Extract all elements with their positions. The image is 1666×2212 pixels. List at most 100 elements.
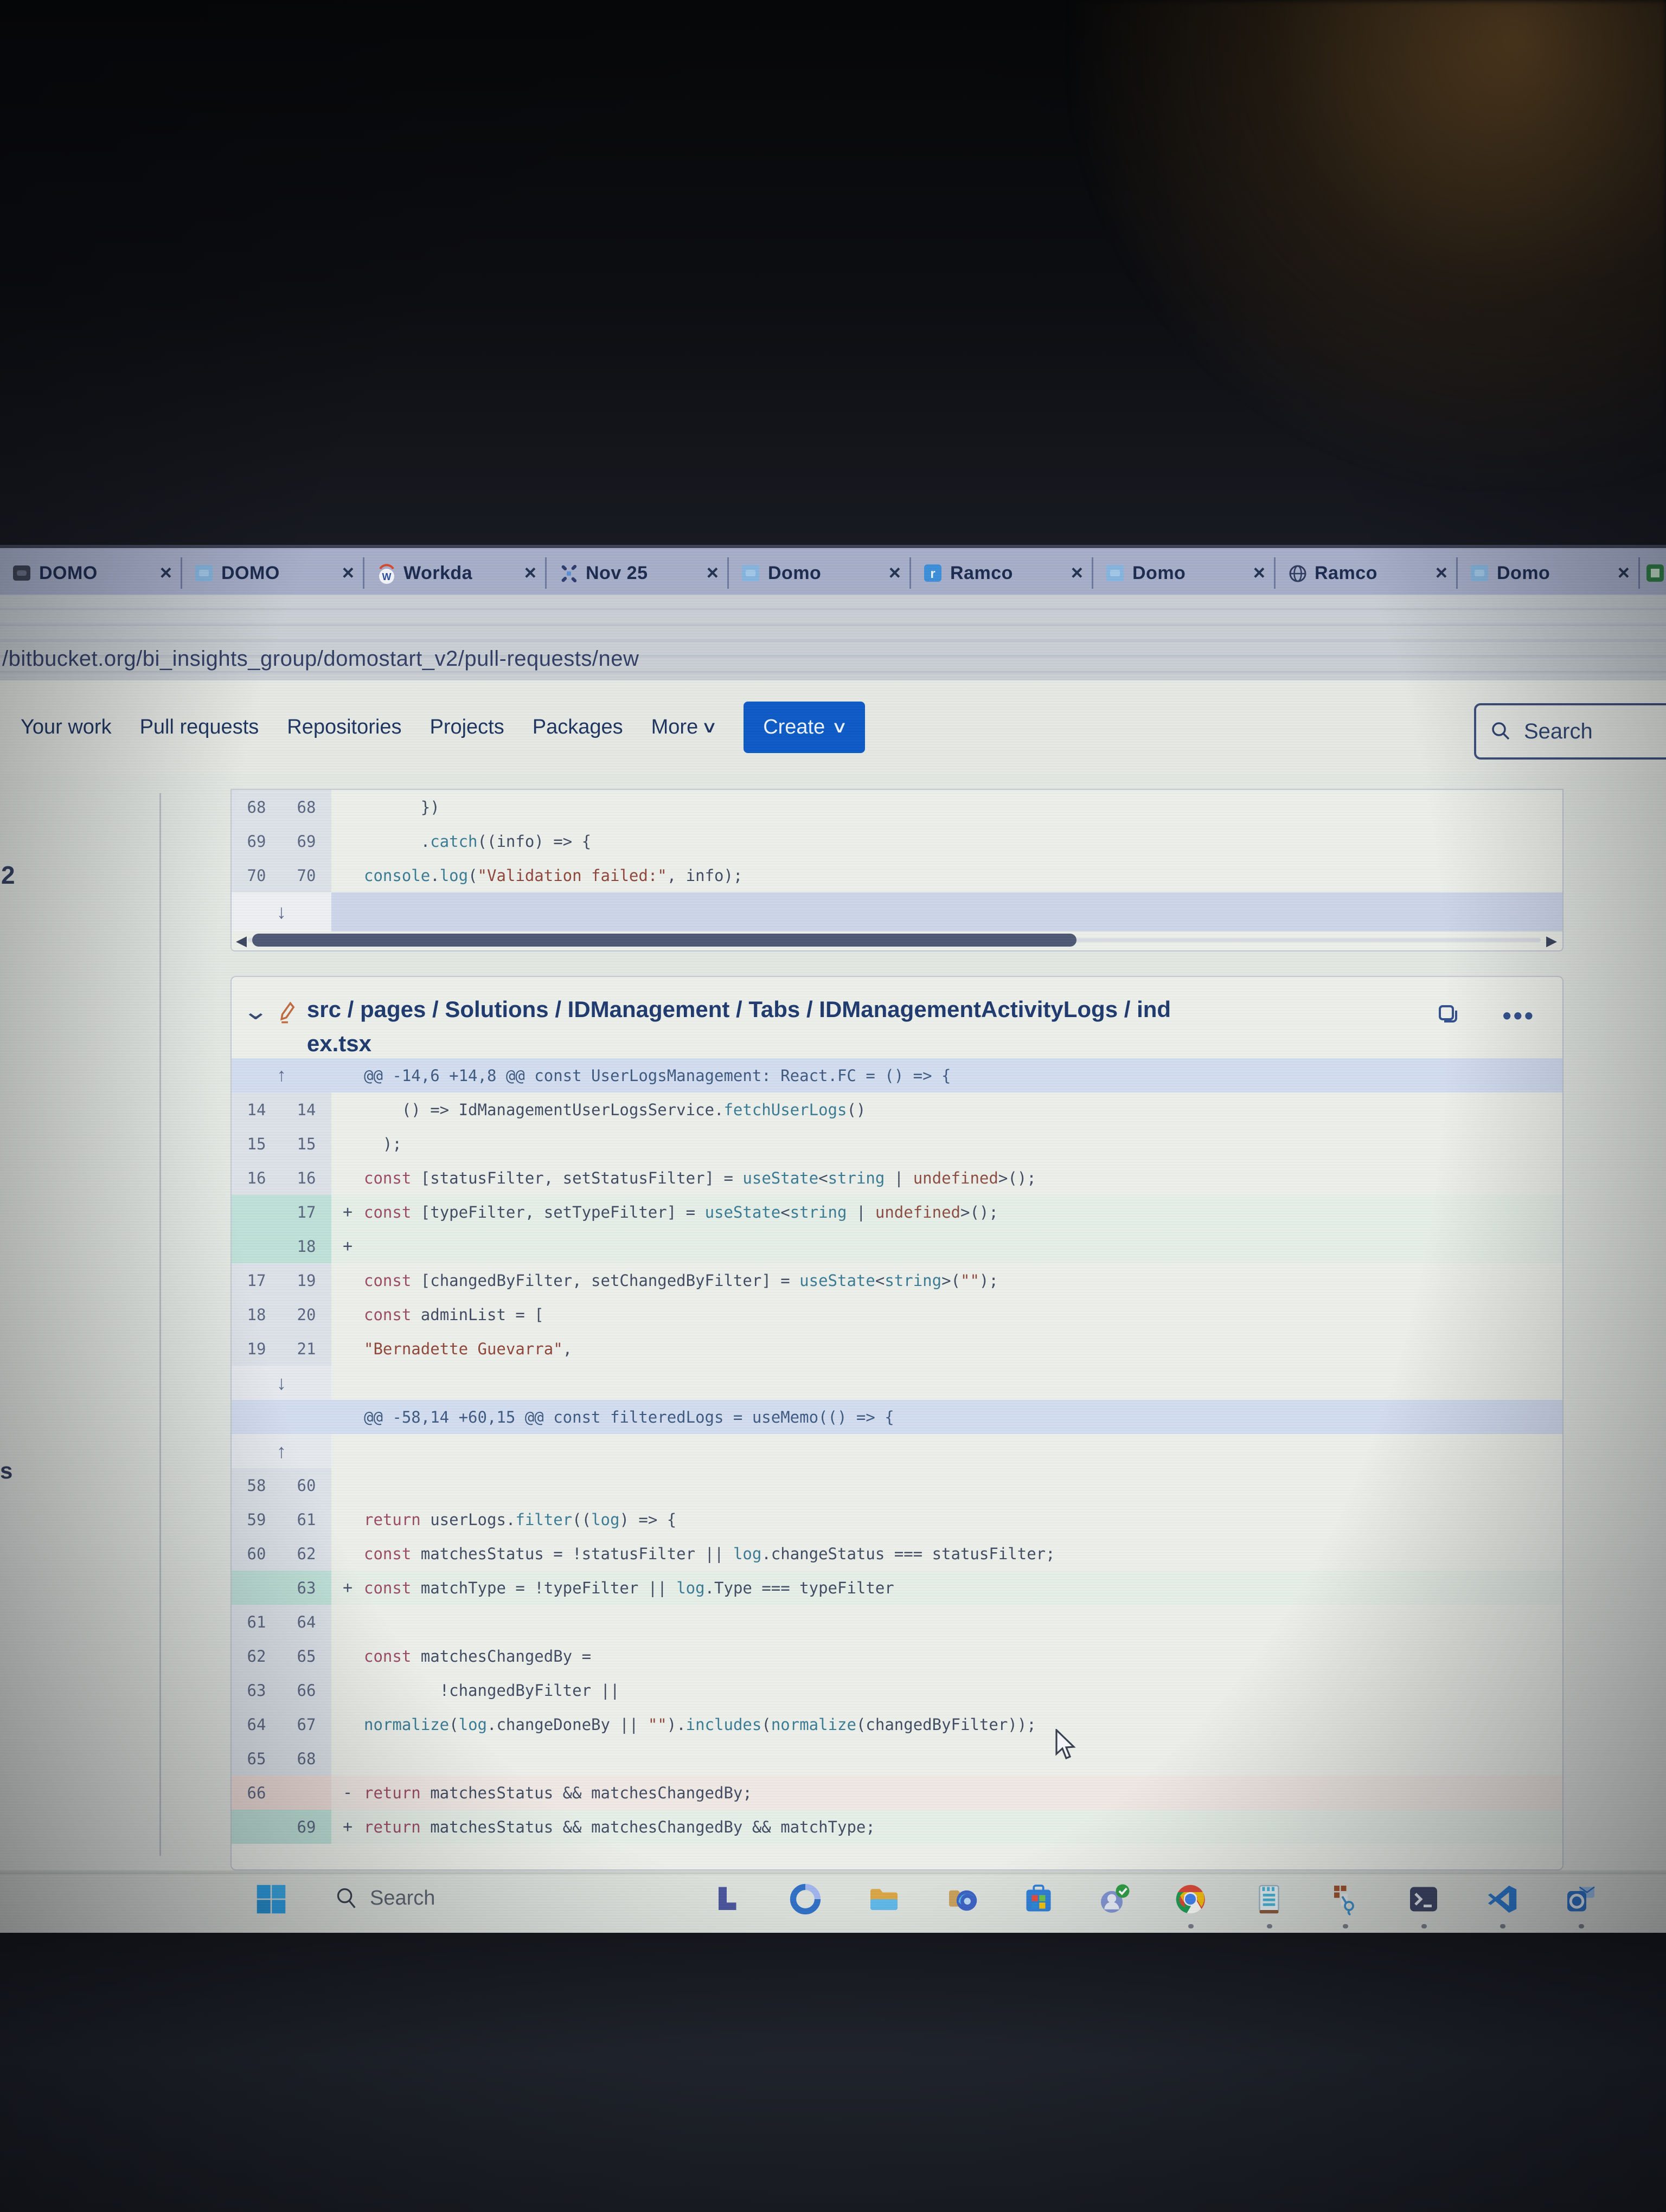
browser-tab[interactable]: Domo× xyxy=(729,548,909,598)
code-text: return matchesStatus && matchesChangedBy… xyxy=(364,1810,1562,1844)
more-options-icon[interactable]: ••• xyxy=(1503,1001,1535,1030)
nav-item-repositories[interactable]: Repositories xyxy=(287,716,401,739)
new-line-number: 17 xyxy=(281,1195,331,1229)
search-placeholder: Search xyxy=(1524,719,1593,744)
expand-arrow-icon[interactable]: ↑ xyxy=(232,1058,331,1092)
nav-item-pull-requests[interactable]: Pull requests xyxy=(140,716,259,739)
diff-row-add: 63+ const matchType = !typeFilter || log… xyxy=(232,1571,1562,1605)
tab-close-icon[interactable]: × xyxy=(1430,562,1453,585)
scroll-right-icon[interactable]: ▶ xyxy=(1546,933,1557,949)
tab-label: Workda xyxy=(403,563,519,584)
diff-row-context: 5961 return userLogs.filter((log) => { xyxy=(232,1502,1562,1536)
tab-divider xyxy=(1274,557,1276,589)
snipping-tool-icon[interactable] xyxy=(1329,1883,1362,1917)
new-line-number: 65 xyxy=(281,1639,331,1673)
photo-background-top xyxy=(0,0,1666,545)
tab-label: Ramco xyxy=(1315,563,1430,584)
expand-arrow-icon[interactable]: ↓ xyxy=(232,892,331,931)
diff-row-context: 1719 const [changedByFilter, setChangedB… xyxy=(232,1263,1562,1297)
nav-item-packages[interactable]: Packages xyxy=(533,716,623,739)
expand-row-body xyxy=(331,1434,1562,1468)
scrollbar-thumb[interactable] xyxy=(252,934,1077,947)
nav-item-projects[interactable]: Projects xyxy=(430,716,504,739)
chrome-icon[interactable] xyxy=(1174,1883,1208,1917)
globe-favicon xyxy=(1287,563,1307,583)
sync-circle-icon[interactable] xyxy=(789,1883,823,1917)
scroll-left-icon[interactable]: ◀ xyxy=(236,933,247,949)
url-text[interactable]: /bitbucket.org/bi_insights_group/domosta… xyxy=(2,647,639,671)
expand-arrow-icon[interactable]: ↓ xyxy=(232,1366,331,1400)
domo-blue-favicon xyxy=(1470,563,1489,583)
svg-text:W: W xyxy=(382,571,392,582)
diff-row-expand[interactable]: ↑ xyxy=(232,1434,1562,1468)
diff-marker xyxy=(331,790,364,824)
tab-close-icon[interactable]: × xyxy=(155,562,177,585)
outlook-icon[interactable] xyxy=(1565,1883,1598,1917)
app-l-icon[interactable] xyxy=(710,1883,744,1917)
vscode-icon[interactable] xyxy=(1486,1883,1520,1917)
diff-marker: + xyxy=(331,1229,364,1263)
code-text: normalize(log.changeDoneBy || "").includ… xyxy=(364,1707,1562,1741)
browser-tab[interactable]: rRamco× xyxy=(911,548,1092,598)
browser-tab[interactable]: Nov 25× xyxy=(547,548,727,598)
diff-row-expand[interactable]: ↓ xyxy=(232,892,1562,931)
old-line-number xyxy=(232,1571,281,1605)
running-indicator xyxy=(1343,1924,1348,1928)
file-diff-header[interactable]: ⌄ src / pages / Solutions / IDManagement… xyxy=(232,977,1562,1058)
running-indicator xyxy=(1188,1924,1194,1928)
new-line-number: 68 xyxy=(281,790,331,824)
browser-tab[interactable]: W Workda× xyxy=(364,548,545,598)
tab-close-icon[interactable]: × xyxy=(1248,562,1271,585)
browser-tab[interactable]: DOMO× xyxy=(0,548,181,598)
expand-arrow-icon[interactable] xyxy=(232,1400,331,1434)
collapse-chevron-icon[interactable]: ⌄ xyxy=(242,1000,270,1024)
tab-divider xyxy=(545,557,547,589)
tab-close-icon[interactable]: × xyxy=(883,562,906,585)
running-indicator xyxy=(1421,1924,1427,1928)
file-path[interactable]: src / pages / Solutions / IDManagement /… xyxy=(307,992,1425,1060)
file-explorer-icon[interactable] xyxy=(868,1883,901,1917)
tab-close-icon[interactable]: × xyxy=(701,562,724,585)
global-search-input[interactable]: Search xyxy=(1474,703,1666,760)
nav-item-more[interactable]: More∨ xyxy=(651,716,716,739)
start-icon[interactable] xyxy=(255,1883,289,1917)
diff-row-add: 17+ const [typeFilter, setTypeFilter] = … xyxy=(232,1195,1562,1229)
code-text: const matchesStatus = !statusFilter || l… xyxy=(364,1536,1562,1571)
tab-close-icon[interactable]: × xyxy=(1066,562,1088,585)
diff-marker xyxy=(331,1673,364,1707)
green-doc-favicon[interactable] xyxy=(1645,563,1665,583)
expand-arrow-icon[interactable]: ↑ xyxy=(232,1434,331,1468)
new-line-number: 15 xyxy=(281,1127,331,1161)
new-line-number: 16 xyxy=(281,1161,331,1195)
diff-marker xyxy=(331,1092,364,1127)
browser-tab[interactable]: Ramco× xyxy=(1276,548,1456,598)
code-text: () => IdManagementUserLogsService.fetchU… xyxy=(364,1092,1562,1127)
taskbar-search[interactable]: Search xyxy=(335,1886,435,1910)
browser-tab[interactable]: Domo× xyxy=(1458,548,1638,598)
horizontal-scrollbar[interactable]: ◀ ▶ xyxy=(232,931,1562,951)
old-line-number xyxy=(232,1195,281,1229)
tab-close-icon[interactable]: × xyxy=(337,562,360,585)
code-text: const [typeFilter, setTypeFilter] = useS… xyxy=(364,1195,1562,1229)
edge-folder-icon[interactable] xyxy=(946,1883,980,1917)
nav-item-your-work[interactable]: Your work xyxy=(21,716,112,739)
browser-tab[interactable]: DOMO× xyxy=(182,548,363,598)
code-text: }) xyxy=(364,790,1562,824)
microsoft-store-icon[interactable] xyxy=(1022,1883,1056,1917)
copy-icon[interactable] xyxy=(1436,1003,1460,1028)
hunk-header-text: @@ -14,6 +14,8 @@ const UserLogsManageme… xyxy=(364,1058,1562,1092)
tab-close-icon[interactable]: × xyxy=(1612,562,1635,585)
create-button[interactable]: Create∨ xyxy=(744,702,865,753)
terminal-icon[interactable] xyxy=(1407,1883,1441,1917)
account-check-icon[interactable] xyxy=(1098,1883,1132,1917)
workday-favicon: W xyxy=(376,563,396,583)
old-line-number: 65 xyxy=(232,1741,281,1776)
browser-address-bar[interactable]: /bitbucket.org/bi_insights_group/domosta… xyxy=(0,595,1666,682)
diff-row-context: 6568 xyxy=(232,1741,1562,1776)
diff-row-expand[interactable]: ↓ xyxy=(232,1366,1562,1400)
notepad-icon[interactable] xyxy=(1253,1883,1286,1917)
diff-marker xyxy=(331,1468,364,1502)
new-line-number: 64 xyxy=(281,1605,331,1639)
tab-close-icon[interactable]: × xyxy=(519,562,542,585)
browser-tab[interactable]: Domo× xyxy=(1093,548,1274,598)
